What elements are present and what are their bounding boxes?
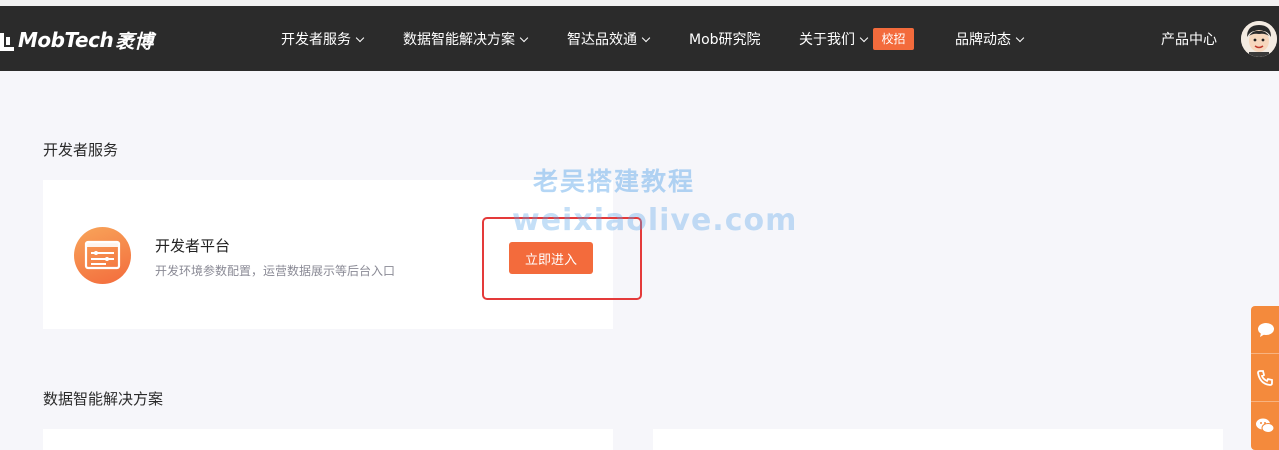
nav-item-brand-news[interactable]: 品牌动态 — [955, 30, 1025, 50]
nav-item-zhida[interactable]: 智达品效通 — [567, 30, 651, 50]
nav-label: 品牌动态 — [955, 32, 1011, 48]
section-title-data-solutions: 数据智能解决方案 — [43, 390, 164, 408]
watermark-title: 老吴搭建教程 — [533, 167, 696, 196]
chevron-down-icon — [641, 33, 651, 43]
user-avatar[interactable] — [1241, 21, 1277, 57]
solution-card-left[interactable] — [43, 429, 613, 450]
floating-contact-bar — [1251, 306, 1279, 450]
nav-item-about-us[interactable]: 关于我们 — [799, 30, 869, 50]
phone-icon[interactable] — [1251, 354, 1279, 402]
avatar-face-icon — [1241, 21, 1277, 57]
logo[interactable]: MobTech 袤博 — [0, 26, 153, 54]
nav-label: 数据智能解决方案 — [403, 32, 515, 48]
chevron-down-icon — [355, 33, 365, 43]
nav-label: 关于我们 — [799, 32, 855, 48]
chevron-down-icon — [859, 33, 869, 43]
nav-label: 产品中心 — [1161, 32, 1217, 48]
nav-item-mob-research[interactable]: Mob研究院 — [689, 30, 761, 50]
top-navbar: MobTech 袤博 开发者服务 数据智能解决方案 智达品效通 Mob研究院 关… — [0, 6, 1279, 71]
section-title-developer-services: 开发者服务 — [43, 141, 119, 159]
solution-card-right[interactable] — [653, 429, 1223, 450]
logo-text: MobTech — [18, 28, 114, 52]
nav-item-product-center[interactable]: 产品中心 — [1161, 30, 1217, 50]
watermark-url: weixiaolive.com — [512, 203, 798, 238]
wechat-icon[interactable] — [1251, 402, 1279, 450]
chat-icon[interactable] — [1251, 306, 1279, 354]
chevron-down-icon — [1015, 33, 1025, 43]
nav-item-data-solutions[interactable]: 数据智能解决方案 — [403, 30, 529, 50]
card-description: 开发环境参数配置，运营数据展示等后台入口 — [155, 264, 396, 278]
nav-label: 开发者服务 — [281, 32, 351, 48]
logo-cn-text: 袤博 — [115, 30, 154, 53]
nav-label: 智达品效通 — [567, 32, 637, 48]
card-title: 开发者平台 — [155, 237, 231, 255]
chevron-down-icon — [519, 33, 529, 43]
nav-item-developer-services[interactable]: 开发者服务 — [281, 30, 365, 50]
platform-settings-icon — [74, 227, 131, 284]
logo-mark-icon — [0, 29, 14, 51]
nav-label: Mob研究院 — [689, 32, 761, 48]
campus-recruit-badge[interactable]: 校招 — [873, 28, 914, 50]
